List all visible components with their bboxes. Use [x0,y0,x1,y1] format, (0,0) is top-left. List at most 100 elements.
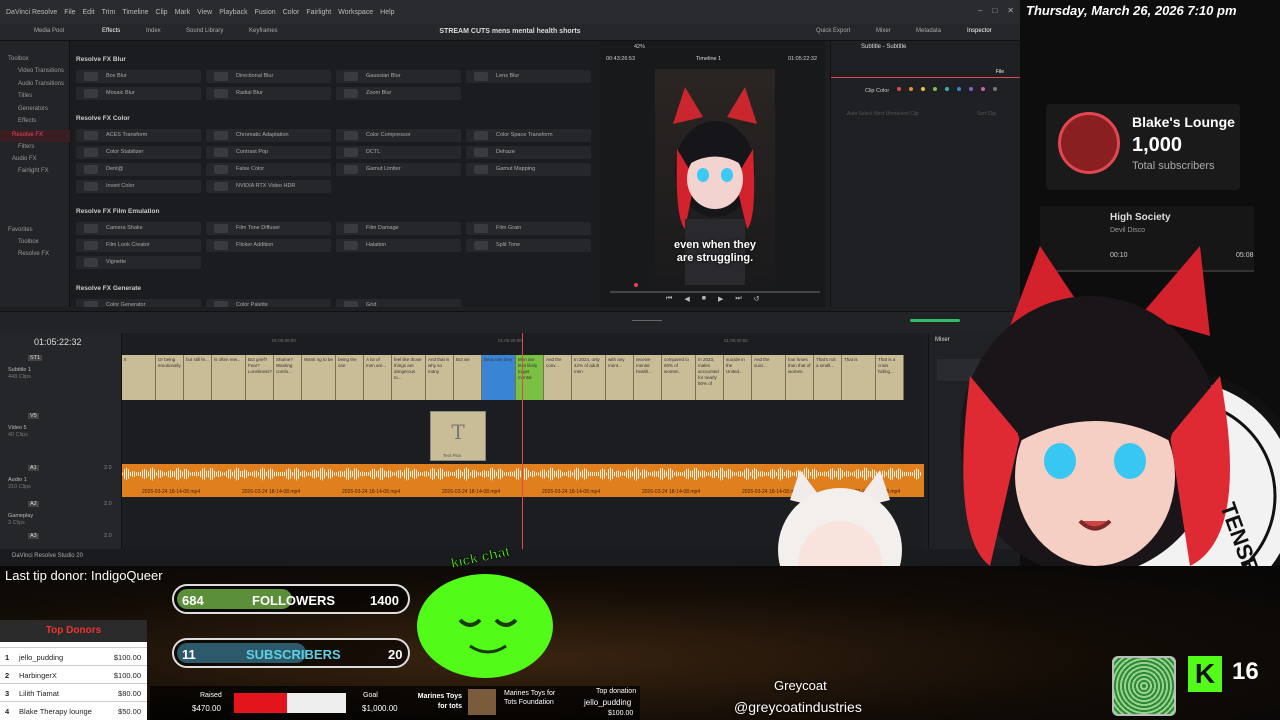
track-header[interactable]: A1 Audio 1 310 Clips 2.0 [0,463,122,493]
clip-color-swatch[interactable] [993,87,997,91]
metadata-button[interactable]: Metadata [916,28,941,34]
sidebar-item-fav-toolbox[interactable]: Toolbox [18,239,39,245]
clip-color-swatches[interactable] [897,85,1017,99]
fx-item[interactable]: Flicker Addition [206,239,331,252]
subtitle-clip[interactable]: In 2023, males accounted for nearly 80% … [696,355,724,400]
fx-item[interactable]: DCTL [336,146,461,159]
fx-item[interactable]: False Color [206,163,331,176]
viewer-timeline-name[interactable]: Timeline 1 [696,56,721,62]
fx-item[interactable]: Film Damage [336,222,461,235]
fx-item[interactable]: Mosaic Blur [76,87,201,100]
menu-item[interactable]: Fusion [255,9,276,16]
subtitle-clip[interactable]: In 2024, only 42% of adult men [572,355,606,400]
menu-item[interactable]: Playback [219,9,247,16]
sidebar-item-fav-resolve-fx[interactable]: Resolve FX [18,251,49,257]
subtitle-clip[interactable]: And the conv... [544,355,572,400]
sidebar-item-titles[interactable]: Titles [18,93,32,99]
fx-item[interactable]: Gamut Limiter [336,163,461,176]
skip-end-icon[interactable]: ⏭ [735,295,741,303]
subtitle-clip[interactable]: Men are less likely to get mental [516,355,544,400]
menu-item[interactable]: Workspace [338,9,373,16]
timeline-playhead[interactable] [522,333,523,549]
clip-color-swatch[interactable] [957,87,961,91]
menu-item[interactable]: Clip [156,9,168,16]
fx-item[interactable]: Dent@ [76,163,201,176]
fx-item[interactable]: Box Blur [76,70,201,83]
fx-item[interactable]: Halation [336,239,461,252]
step-back-icon[interactable]: ◀ [684,295,689,303]
fx-item[interactable]: Contrast Pop [206,146,331,159]
menu-item[interactable]: Mark [175,9,191,16]
subtitle-clip[interactable]: And the suici... [752,355,786,400]
clip-color-swatch[interactable] [909,87,913,91]
close-icon[interactable]: ✕ [1007,6,1014,15]
subtitle-clip[interactable]: Wanti ng to be [302,355,336,400]
fx-item[interactable]: Film Look Creator [76,239,201,252]
text-plus-clip[interactable]: T Text Plus [430,411,486,461]
stop-icon[interactable]: ■ [702,295,706,303]
fx-section-title[interactable]: Resolve FX Film Emulation [76,208,159,215]
sidebar-item-audio-fx[interactable]: Audio FX [12,156,37,162]
zoom-slider[interactable] [632,320,662,321]
fx-section-title[interactable]: Resolve FX Color [76,115,130,122]
fx-item[interactable]: Radial Blur [206,87,331,100]
subtitle-clip[interactable]: But grief? Fear? Loneliness? [246,355,274,400]
loop-icon[interactable]: ↺ [754,295,760,303]
menu-item[interactable]: Fairlight [306,9,331,16]
subtitle-clip[interactable]: compared to 60% of women. [662,355,696,400]
subtitle-clip[interactable]: Shame? Wanting comfo... [274,355,302,400]
sidebar-item-favorites[interactable]: Favorites [8,227,33,233]
menu-item[interactable]: DaVinci Resolve [6,9,57,16]
viewer-scrubber[interactable] [610,291,820,293]
subtitle-clip[interactable]: receive mental health... [634,355,662,400]
clip-color-swatch[interactable] [969,87,973,91]
viewer-playhead[interactable] [634,283,638,287]
fx-item[interactable]: Color Generator [76,299,201,307]
fx-item[interactable]: Film Tone Diffuser [206,222,331,235]
subtitle-clip[interactable]: is often rew... [212,355,246,400]
timeline-ruler[interactable]: 01:05:00:00 01:05:20:00 01:05:40:00 [122,333,924,347]
fx-section-title[interactable]: Resolve FX Generate [76,285,141,292]
fx-item[interactable]: Lens Blur [466,70,591,83]
sidebar-item-audio-transitions[interactable]: Audio Transitions [18,81,64,87]
play-icon[interactable]: ▶ [718,295,723,303]
subtitle-clip[interactable]: A lot of men are... [364,355,392,400]
fx-item[interactable]: Gamut Mapping [466,163,591,176]
viewer-zoom[interactable]: 42% [634,44,645,50]
subtitle-clip[interactable]: being the one [336,355,364,400]
subtitle-clip[interactable]: with any ment... [606,355,634,400]
clip-color-swatch[interactable] [921,87,925,91]
subtitle-clip[interactable]: But we [454,355,482,400]
fx-item[interactable]: Zoom Blur [336,87,461,100]
fx-item[interactable]: Color Stabilizer [76,146,201,159]
fx-item[interactable]: Camera Shake [76,222,201,235]
menu-item[interactable]: View [197,9,212,16]
subtitle-clip[interactable]: beca use they [482,355,516,400]
fx-item[interactable]: Vignette [76,256,201,269]
sidebar-item-filters[interactable]: Filters [18,144,34,150]
subtitle-clip[interactable]: Or being emotionally [156,355,184,400]
track-header[interactable]: ST1 Subtitle 1 448 Clips [0,353,122,383]
inspector-button[interactable]: Inspector [967,28,992,34]
fx-item[interactable]: Grid [336,299,461,307]
subtitle-clip[interactable]: That is [842,355,876,400]
fx-item[interactable]: Split Tone [466,239,591,252]
track-header[interactable]: V5 Video 5 40 Clips [0,411,122,441]
fx-item[interactable]: Film Grain [466,222,591,235]
sidebar-item-effects[interactable]: Effects [18,118,36,124]
sidebar-item-generators[interactable]: Generators [18,106,48,112]
fx-item[interactable]: Dehaze [466,146,591,159]
fx-item[interactable]: NVIDIA RTX Video HDR [206,180,331,193]
clip-color-swatch[interactable] [933,87,937,91]
subtitle-clip[interactable]: It [122,355,156,400]
fx-item[interactable]: Color Palette [206,299,331,307]
subtitle-clip[interactable]: feel like those things are dangerous to.… [392,355,426,400]
menu-item[interactable]: Trim [102,9,116,16]
subtitle-clip[interactable]: but still fe... [184,355,212,400]
skip-start-icon[interactable]: ⏮ [666,295,672,303]
menu-item[interactable]: Color [283,9,300,16]
menu-item[interactable]: Edit [83,9,95,16]
fx-item[interactable]: Invert Color [76,180,201,193]
sidebar-item-fairlight-fx[interactable]: Fairlight FX [18,168,49,174]
menu-item[interactable]: File [64,9,75,16]
